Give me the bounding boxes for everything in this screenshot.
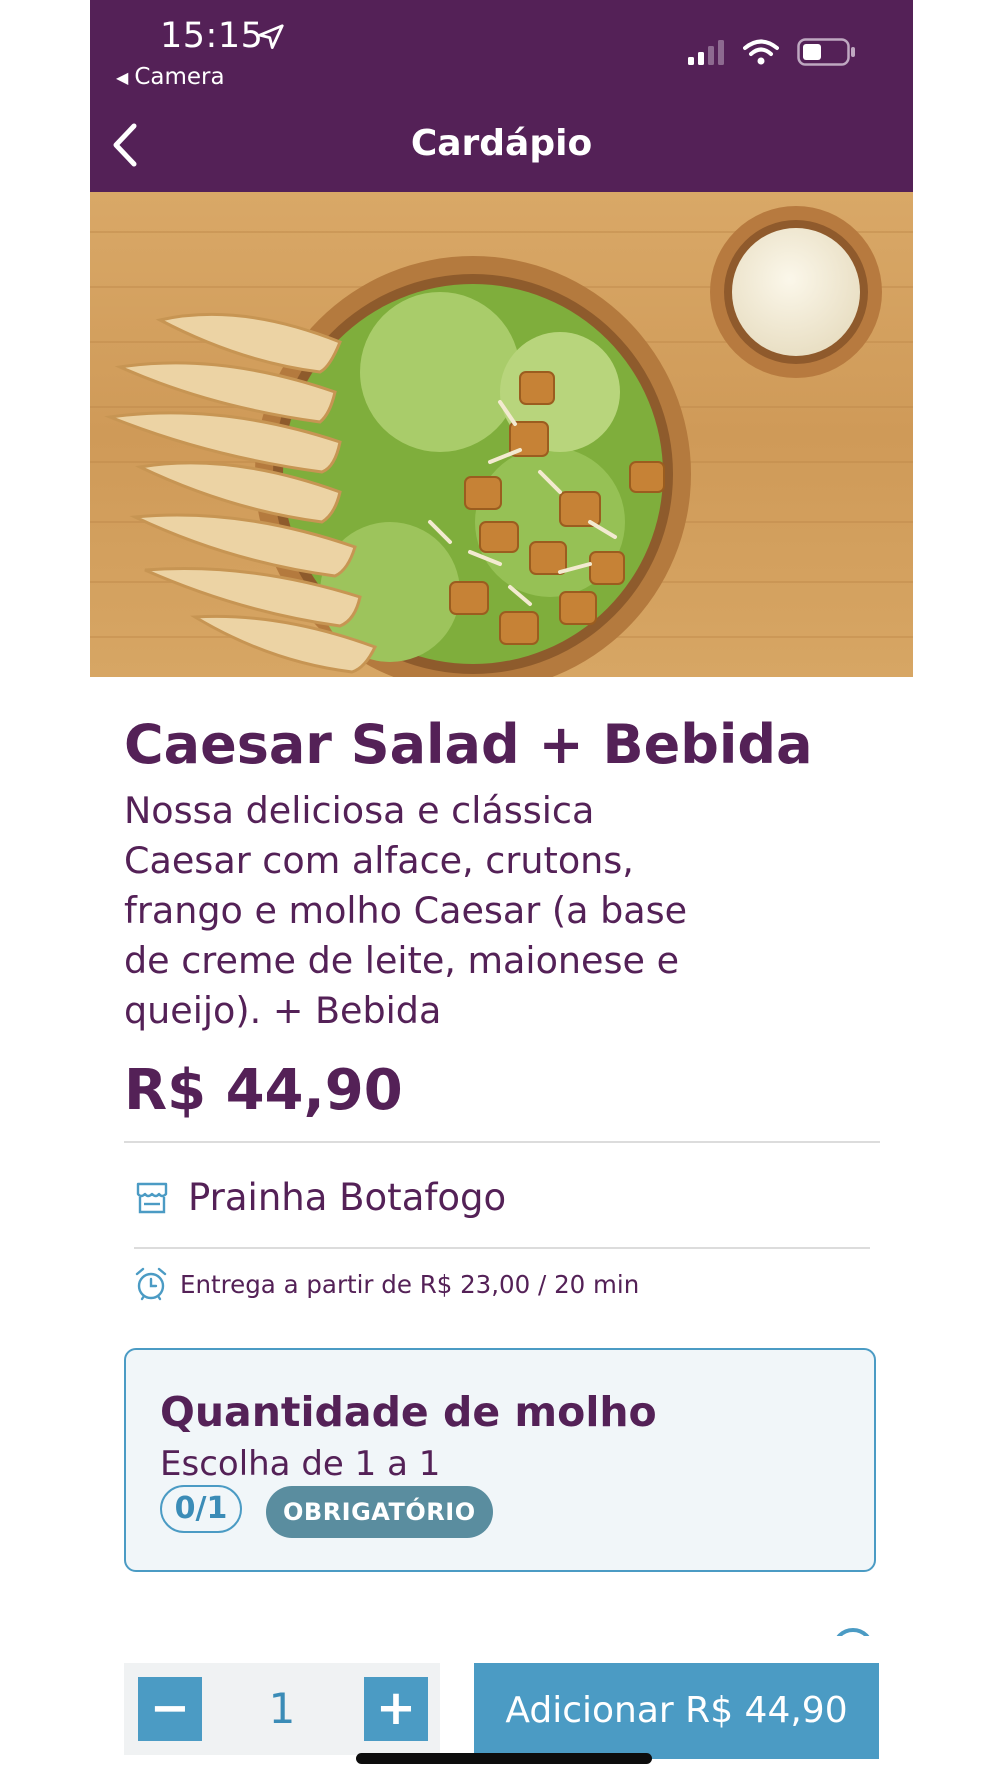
- back-to-camera-link[interactable]: ◀ Camera: [116, 64, 225, 90]
- option-group-subtitle: Escolha de 1 a 1: [160, 1444, 441, 1484]
- home-indicator[interactable]: [356, 1753, 652, 1764]
- store-row[interactable]: Prainha Botafogo: [134, 1176, 506, 1219]
- delivery-info: Entrega a partir de R$ 23,00 / 20 min: [180, 1269, 640, 1299]
- divider: [124, 1141, 880, 1143]
- back-triangle-icon: ◀: [116, 67, 129, 87]
- location-arrow-icon: [258, 24, 284, 49]
- back-app-label: Camera: [134, 64, 225, 90]
- option-group-title: Quantidade de molho: [160, 1388, 657, 1436]
- option-group-card[interactable]: Quantidade de molho Escolha de 1 a 1 0/1…: [124, 1348, 876, 1572]
- selection-count-badge: 0/1: [160, 1485, 242, 1533]
- decrease-quantity-button[interactable]: −: [138, 1677, 202, 1741]
- add-to-cart-button[interactable]: Adicionar R$ 44,90: [474, 1663, 879, 1759]
- quantity-value: 1: [268, 1684, 296, 1733]
- header: 15:15 ◀ Camera Cardápio: [90, 0, 913, 192]
- quantity-stepper: − 1 +: [124, 1663, 440, 1755]
- app-screen: 15:15 ◀ Camera Cardápio Caesar Salad + B…: [90, 0, 913, 1778]
- divider: [134, 1247, 870, 1249]
- product-price: R$ 44,90: [124, 1058, 403, 1123]
- status-icons: [687, 38, 857, 66]
- storefront-icon: [136, 1182, 168, 1213]
- product-image: [90, 192, 913, 677]
- product-title: Caesar Salad + Bebida: [124, 713, 813, 776]
- battery-icon: [797, 38, 855, 66]
- status-time: 15:15: [160, 16, 264, 56]
- required-badge: OBRIGATÓRIO: [266, 1486, 493, 1538]
- delivery-row: Entrega a partir de R$ 23,00 / 20 min: [134, 1266, 639, 1302]
- signal-icon: [688, 40, 724, 65]
- alarm-clock-icon: [135, 1267, 167, 1301]
- store-name: Prainha Botafogo: [188, 1176, 507, 1219]
- page-title: Cardápio: [410, 123, 593, 164]
- wifi-icon: [743, 39, 779, 65]
- increase-quantity-button[interactable]: +: [364, 1677, 428, 1741]
- product-description: Nossa deliciosa e clássica Caesar com al…: [124, 789, 688, 1032]
